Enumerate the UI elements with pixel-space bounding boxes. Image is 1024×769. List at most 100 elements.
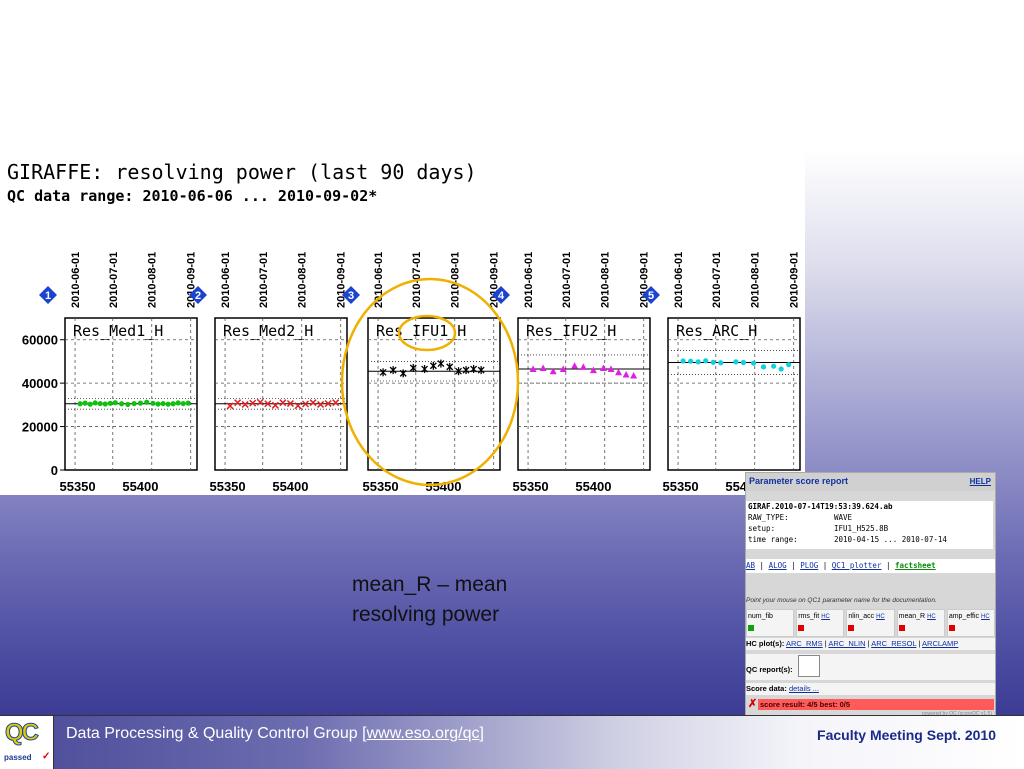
setup-label: setup: xyxy=(748,524,776,533)
panel-frame xyxy=(367,317,501,471)
data-point xyxy=(786,362,792,368)
score-result-row: ✗ score result: 4/5 best: 0/5 xyxy=(746,697,995,711)
chart-svg: GIRAFFE: resolving power (last 90 days) Q… xyxy=(7,160,801,494)
data-point xyxy=(107,400,113,406)
data-point xyxy=(718,360,724,366)
panel-res-arc-h: 2010-06-01 2010-07-01 2010-08-01 2010-09-01… xyxy=(642,252,801,494)
raw-type-value: WAVE xyxy=(834,513,853,522)
x-tick-label: 55400 xyxy=(272,479,308,494)
hc-plot-arc-nlin[interactable]: ARC_NLIN xyxy=(828,639,865,648)
logo-text: QC xyxy=(5,719,40,747)
x-tick-label: 55350 xyxy=(209,479,245,494)
time-range-row: time range: 2010-04-15 ... 2010-07-14 xyxy=(748,534,993,545)
panel-title: Res_ARC_H xyxy=(676,322,757,340)
x-tick-label: 55350 xyxy=(512,479,548,494)
param-name[interactable]: nlin_acc HC xyxy=(848,613,884,620)
caption: mean_R – mean resolving power xyxy=(352,570,582,630)
hc-plot-arclamp[interactable]: ARCLAMP xyxy=(922,639,958,648)
y-tick-label: 20000 xyxy=(22,420,58,435)
data-point xyxy=(165,401,171,407)
link-alog[interactable]: ALOG xyxy=(769,561,787,570)
param-hc-link[interactable]: HC xyxy=(927,614,936,620)
param-hc-link[interactable]: HC xyxy=(876,614,885,620)
param-hc-link[interactable]: HC xyxy=(821,614,830,620)
param-name[interactable]: rms_fit HC xyxy=(798,613,830,620)
data-point xyxy=(160,400,166,407)
report-links: AB | ALOG | PLOG | QC1 plotter | factshe… xyxy=(746,559,995,573)
raw-type-row: RAW_TYPE: WAVE xyxy=(748,512,993,523)
x-tick-label: 55400 xyxy=(575,479,611,494)
x-tick-label: 55350 xyxy=(362,479,398,494)
fail-icon: ✗ xyxy=(748,698,758,710)
hc-plots-row: HC plot(s): ARC_RMS | ARC_NLIN | ARC_RES… xyxy=(746,638,995,650)
panel-badge-label: 1 xyxy=(45,290,51,302)
panel-frame xyxy=(517,317,651,471)
panel-res-ifu1-h: 2010-06-01 2010-07-01 2010-08-01 2010-09-01… xyxy=(342,252,501,494)
data-point xyxy=(733,359,739,365)
param-nlin-acc[interactable]: nlin_acc HC xyxy=(846,609,895,637)
param-amp-effic[interactable]: amp_effic HC xyxy=(946,609,996,637)
y-tick-label: 0 xyxy=(51,463,58,478)
param-hc-link[interactable]: HC xyxy=(981,614,990,620)
date-tick-label: 2010-09-01 xyxy=(336,252,348,308)
link-ab[interactable]: AB xyxy=(746,561,755,570)
date-tick-label: 2010-07-01 xyxy=(108,252,120,308)
data-point xyxy=(87,401,93,407)
data-point xyxy=(125,401,131,408)
date-tick-label: 2010-06-01 xyxy=(220,252,232,308)
report-file: GIRAF.2010-07-14T19:53:39.624.ab xyxy=(748,502,893,511)
link-plog[interactable]: PLOG xyxy=(800,561,818,570)
param-name[interactable]: num_fib xyxy=(748,613,773,620)
qc-reports-label: QC report(s): xyxy=(746,665,793,674)
hc-plots-label: HC plot(s): xyxy=(746,639,785,648)
report-info: GIRAF.2010-07-14T19:53:39.624.ab RAW_TYP… xyxy=(746,501,993,549)
panel-badge-label: 3 xyxy=(348,290,354,302)
data-point xyxy=(92,400,98,406)
param-name[interactable]: mean_R HC xyxy=(899,613,936,620)
data-point xyxy=(688,358,694,364)
event-label: Faculty Meeting Sept. 2010 xyxy=(817,727,996,743)
panel-badge-label: 5 xyxy=(648,290,654,302)
data-point xyxy=(144,399,150,405)
date-tick-label: 2010-06-01 xyxy=(70,252,82,308)
group-prefix: Data Processing & Quality Control Group … xyxy=(66,725,367,742)
panel-badge-label: 4 xyxy=(498,290,505,302)
panel-frame xyxy=(667,317,801,471)
data-point xyxy=(102,401,108,407)
chart-title: GIRAFFE: resolving power (last 90 days) xyxy=(7,160,477,184)
panel-frame xyxy=(64,317,198,471)
link-factsheet[interactable]: factsheet xyxy=(895,561,936,570)
param-name[interactable]: amp_effic HC xyxy=(949,613,990,620)
setup-value: IFU1_H525.8B xyxy=(834,524,889,533)
data-point xyxy=(778,366,784,372)
score-data-label: Score data: xyxy=(746,684,787,693)
data-point xyxy=(170,401,176,407)
score-data-row: Score data: details ... xyxy=(746,683,995,695)
qc-parameters: num_fib rms_fit HC nlin_acc HC mean_R HC amp_ef… xyxy=(746,609,996,637)
date-tick-label: 2010-08-01 xyxy=(147,252,159,308)
x-tick-label: 55350 xyxy=(59,479,95,494)
score-details-link[interactable]: details ... xyxy=(789,684,819,693)
panel-res-med1-h: 2010-06-01 2010-07-01 2010-08-01 2010-09-01… xyxy=(39,252,198,494)
link-qc1-plotter[interactable]: QC1 plotter xyxy=(832,561,882,570)
data-point xyxy=(118,401,125,407)
help-link[interactable]: HELP xyxy=(970,477,991,486)
data-point xyxy=(750,360,757,366)
date-tick-label: 2010-09-01 xyxy=(789,252,801,308)
report-hint: Point your mouse on QC1 parameter name f… xyxy=(746,597,937,604)
report-header: Parameter score report HELP xyxy=(746,473,995,491)
date-tick-label: 2010-06-01 xyxy=(523,252,535,308)
param-num-fib[interactable]: num_fib xyxy=(746,609,795,637)
date-tick-label: 2010-08-01 xyxy=(297,252,309,308)
data-point xyxy=(97,400,103,407)
param-mean-R[interactable]: mean_R HC xyxy=(896,609,945,637)
group-link[interactable]: www.eso.org/qc xyxy=(367,725,480,742)
param-rms-fit[interactable]: rms_fit HC xyxy=(796,609,845,637)
hc-plot-arc-resol[interactable]: ARC_RESOL xyxy=(871,639,916,648)
check-icon: ✓ xyxy=(42,751,51,762)
hc-plot-arc-rms[interactable]: ARC_RMS xyxy=(786,639,823,648)
panel-badge-label: 2 xyxy=(195,290,201,302)
qc-passed-logo: QC passed ✓ xyxy=(0,716,54,769)
qc-report-thumbnail[interactable] xyxy=(798,655,820,677)
data-point xyxy=(771,363,777,369)
